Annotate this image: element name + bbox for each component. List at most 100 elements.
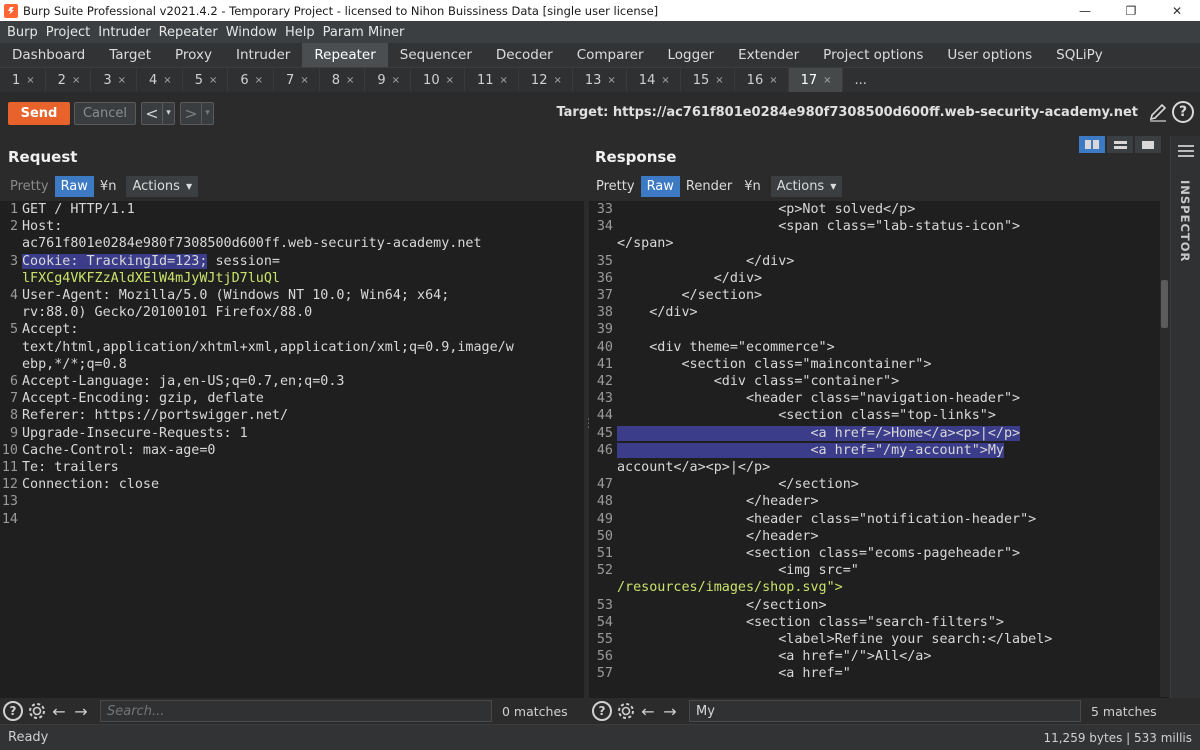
code-segment: </div> xyxy=(617,305,698,321)
repeater-tab-9[interactable]: 9 × xyxy=(365,68,412,92)
menu-intruder[interactable]: Intruder xyxy=(95,25,155,40)
tab-close-icon[interactable]: × xyxy=(661,75,669,86)
tab-close-icon[interactable]: × xyxy=(823,75,831,86)
inspector-sidebar[interactable]: INSPECTOR xyxy=(1170,136,1200,698)
cancel-button[interactable]: Cancel xyxy=(74,101,136,125)
request-pretty-view-tab[interactable]: Pretty xyxy=(4,176,55,197)
menu-help[interactable]: Help xyxy=(282,25,320,40)
repeater-tab-7[interactable]: 7 × xyxy=(274,68,320,92)
tab-close-icon[interactable]: × xyxy=(72,75,80,86)
tab-comparer[interactable]: Comparer xyxy=(565,43,656,67)
menu-burp[interactable]: Burp xyxy=(4,25,43,40)
code-text: ac761f801e0284e980f7308500d600ff.web-sec… xyxy=(22,235,482,252)
search-previous-arrow-icon[interactable]: ← xyxy=(637,700,659,722)
repeater-tab-14[interactable]: 14 × xyxy=(627,68,681,92)
request-actions-menu[interactable]: Actions ▼ xyxy=(126,176,199,197)
repeater-tab-4[interactable]: 4 × xyxy=(137,68,183,92)
response-search-input[interactable] xyxy=(689,700,1081,722)
response-newline-toggle[interactable]: ¥n xyxy=(738,176,767,197)
response-raw-view-tab[interactable]: Raw xyxy=(640,176,680,197)
inspector-menu-icon[interactable] xyxy=(1178,145,1194,160)
repeater-tab-17[interactable]: 17 × xyxy=(788,68,843,92)
tab-proxy[interactable]: Proxy xyxy=(163,43,224,67)
response-actions-menu[interactable]: Actions ▼ xyxy=(770,176,843,197)
tab-close-icon[interactable]: × xyxy=(553,75,561,86)
tab-target[interactable]: Target xyxy=(97,43,163,67)
send-button[interactable]: Send xyxy=(8,101,70,125)
tab-close-icon[interactable]: × xyxy=(346,75,354,86)
tab-close-icon[interactable]: × xyxy=(209,75,217,86)
forward-dropdown-icon[interactable]: ▾ xyxy=(201,102,213,124)
back-arrow-icon[interactable]: < xyxy=(142,103,162,124)
tab-close-icon[interactable]: × xyxy=(118,75,126,86)
tab-close-icon[interactable]: × xyxy=(769,75,777,86)
tab-extender[interactable]: Extender xyxy=(726,43,811,67)
line-number xyxy=(589,579,617,596)
repeater-tab-label: 2 xyxy=(57,72,66,88)
code-line: 4 User-Agent: Mozilla/5.0 (Windows NT 10.… xyxy=(0,287,584,304)
request-title: Request xyxy=(8,148,78,166)
search-settings-gear-icon[interactable] xyxy=(26,700,48,722)
tab-close-icon[interactable]: × xyxy=(392,75,400,86)
repeater-tab-1[interactable]: 1 × xyxy=(0,68,46,92)
menu-window[interactable]: Window xyxy=(223,25,282,40)
repeater-tab-12[interactable]: 12 × xyxy=(519,68,573,92)
scrollbar-thumb[interactable] xyxy=(1161,280,1168,328)
repeater-tab-6[interactable]: 6 × xyxy=(228,68,275,92)
tab-close-icon[interactable]: × xyxy=(300,75,308,86)
tab-sequencer[interactable]: Sequencer xyxy=(388,43,484,67)
request-newline-toggle[interactable]: ¥n xyxy=(94,176,123,197)
code-segment: ac761f801e0284e980f7308500d600ff.web-sec… xyxy=(22,236,482,252)
tab-logger[interactable]: Logger xyxy=(656,43,727,67)
repeater-tab-13[interactable]: 13 × xyxy=(573,68,627,92)
tab-decoder[interactable]: Decoder xyxy=(484,43,565,67)
repeater-tab-11[interactable]: 11 × xyxy=(465,68,519,92)
repeater-tab-10[interactable]: 10 × xyxy=(411,68,465,92)
repeater-tab-5[interactable]: 5 × xyxy=(183,68,229,92)
search-next-arrow-icon[interactable]: → xyxy=(70,700,92,722)
tab-close-icon[interactable]: × xyxy=(446,75,454,86)
tab-sqlipy[interactable]: SQLiPy xyxy=(1044,43,1115,67)
tab-close-icon[interactable]: × xyxy=(163,75,171,86)
search-previous-arrow-icon[interactable]: ← xyxy=(48,700,70,722)
tab-repeater[interactable]: Repeater xyxy=(302,43,388,67)
edit-target-pencil-icon[interactable] xyxy=(1147,101,1169,123)
help-icon[interactable]: ? xyxy=(1172,101,1194,123)
back-dropdown-icon[interactable]: ▾ xyxy=(162,102,174,124)
search-next-arrow-icon[interactable]: → xyxy=(659,700,681,722)
repeater-tab-16[interactable]: 16 × xyxy=(735,68,789,92)
repeater-tab-2[interactable]: 2 × xyxy=(46,68,92,92)
forward-arrow-icon[interactable]: > xyxy=(181,103,201,124)
minimize-button[interactable]: — xyxy=(1062,0,1108,21)
tab-close-icon[interactable]: × xyxy=(715,75,723,86)
tab-project-options[interactable]: Project options xyxy=(811,43,935,67)
search-help-icon[interactable]: ? xyxy=(3,701,23,721)
repeater-tab-3[interactable]: 3 × xyxy=(91,68,138,92)
repeater-tab-more[interactable]: ... xyxy=(843,68,877,92)
tab-close-icon[interactable]: × xyxy=(26,75,34,86)
repeater-tab-15[interactable]: 15 × xyxy=(681,68,735,92)
search-settings-gear-icon[interactable] xyxy=(615,700,637,722)
response-search-bar: ? ← → 5 matches xyxy=(589,698,1169,724)
line-number: 35 xyxy=(596,253,613,269)
restore-button[interactable]: ❐ xyxy=(1108,0,1154,21)
tab-dashboard[interactable]: Dashboard xyxy=(0,43,97,67)
tab-close-icon[interactable]: × xyxy=(500,75,508,86)
menu-project[interactable]: Project xyxy=(43,25,95,40)
close-button[interactable]: ✕ xyxy=(1154,0,1200,21)
repeater-tab-8[interactable]: 8 × xyxy=(320,68,366,92)
tab-intruder[interactable]: Intruder xyxy=(224,43,302,67)
search-help-icon[interactable]: ? xyxy=(592,701,612,721)
request-raw-view-tab[interactable]: Raw xyxy=(54,176,94,197)
menu-param-miner[interactable]: Param Miner xyxy=(320,25,410,40)
menu-repeater[interactable]: Repeater xyxy=(156,25,223,40)
request-search-input[interactable] xyxy=(100,700,492,722)
response-render-view-tab[interactable]: Render xyxy=(680,176,738,197)
response-pretty-view-tab[interactable]: Pretty xyxy=(590,176,641,197)
request-editor[interactable]: 1 GET / HTTP/1.1 2 Host: ac761f801e0284e980f… xyxy=(0,201,584,698)
tab-user-options[interactable]: User options xyxy=(935,43,1044,67)
tab-close-icon[interactable]: × xyxy=(255,75,263,86)
tab-close-icon[interactable]: × xyxy=(607,75,615,86)
response-scrollbar[interactable] xyxy=(1160,200,1169,697)
response-editor[interactable]: 33 <p>Not solved</p> 34 <span class="lab-… xyxy=(589,201,1169,698)
